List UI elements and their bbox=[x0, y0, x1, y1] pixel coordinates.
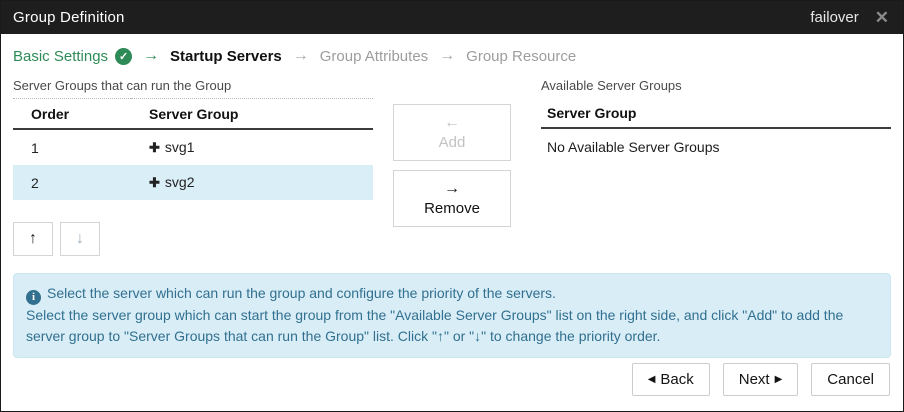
move-up-button[interactable]: ↑ bbox=[13, 222, 53, 256]
step-arrow-icon: → bbox=[439, 47, 455, 65]
row-server-group: ✚ svg1 bbox=[131, 129, 373, 165]
arrow-up-icon: ↑ bbox=[29, 230, 37, 248]
add-button-label: Add bbox=[439, 133, 466, 153]
plus-icon: ✚ bbox=[149, 175, 160, 190]
startup-server-groups-panel: Server Groups that can run the Group Ord… bbox=[13, 78, 373, 256]
column-header-order: Order bbox=[13, 99, 131, 130]
right-panel-label: Available Server Groups bbox=[541, 78, 891, 93]
step-arrow-icon: → bbox=[143, 47, 159, 65]
next-button[interactable]: Next ▶ bbox=[723, 363, 799, 396]
cancel-button[interactable]: Cancel bbox=[811, 363, 890, 396]
close-icon[interactable]: ✕ bbox=[875, 9, 889, 26]
info-line-1: i Select the server which can run the gro… bbox=[26, 283, 878, 305]
step-startup-servers: Startup Servers bbox=[170, 48, 282, 65]
arrow-left-icon: ← bbox=[444, 112, 460, 134]
info-box: i Select the server which can run the gro… bbox=[13, 273, 891, 358]
table-header-row: Order Server Group bbox=[13, 99, 373, 130]
row-order: 1 bbox=[13, 129, 131, 165]
column-header-available-server-group: Server Group bbox=[541, 98, 891, 129]
move-down-button[interactable]: ↓ bbox=[60, 222, 100, 256]
remove-button-label: Remove bbox=[424, 199, 480, 219]
footer-buttons: ◀ Back Next ▶ Cancel bbox=[1, 363, 903, 411]
step-basic-settings-label: Basic Settings bbox=[13, 48, 108, 65]
arrow-right-icon: → bbox=[444, 178, 460, 200]
server-group-name: svg2 bbox=[165, 174, 195, 190]
step-arrow-icon: → bbox=[293, 47, 309, 65]
main-content: Server Groups that can run the Group Ord… bbox=[1, 74, 903, 256]
add-button[interactable]: ← Add bbox=[393, 104, 511, 161]
column-header-server-group: Server Group bbox=[131, 99, 373, 130]
row-order: 2 bbox=[13, 165, 131, 200]
server-groups-table: Order Server Group 1 ✚ svg1 2 ✚ svg2 bbox=[13, 98, 373, 200]
info-text-1: Select the server which can run the grou… bbox=[47, 285, 556, 301]
check-circle-icon: ✓ bbox=[115, 48, 132, 65]
table-row[interactable]: 1 ✚ svg1 bbox=[13, 129, 373, 165]
no-available-groups-text: No Available Server Groups bbox=[541, 129, 891, 155]
info-icon: i bbox=[26, 290, 41, 305]
server-group-name: svg1 bbox=[165, 139, 195, 155]
priority-order-buttons: ↑ ↓ bbox=[13, 222, 373, 256]
step-group-resource: Group Resource bbox=[466, 48, 576, 65]
wizard-steps: Basic Settings ✓ → Startup Servers → Gro… bbox=[1, 34, 903, 74]
dialog-title: Group Definition bbox=[13, 9, 810, 26]
triangle-left-icon: ◀ bbox=[648, 374, 656, 385]
next-button-label: Next bbox=[739, 371, 770, 388]
back-button-label: Back bbox=[660, 371, 693, 388]
left-panel-label: Server Groups that can run the Group bbox=[13, 78, 373, 93]
arrow-down-icon: ↓ bbox=[76, 230, 84, 248]
transfer-buttons: ← Add → Remove bbox=[393, 78, 511, 256]
triangle-right-icon: ▶ bbox=[775, 374, 783, 385]
available-server-groups-panel: Available Server Groups Server Group No … bbox=[541, 78, 891, 256]
back-button[interactable]: ◀ Back bbox=[632, 363, 710, 396]
row-server-group: ✚ svg2 bbox=[131, 165, 373, 200]
titlebar: Group Definition failover ✕ bbox=[1, 1, 903, 34]
step-basic-settings[interactable]: Basic Settings ✓ bbox=[13, 48, 132, 65]
remove-button[interactable]: → Remove bbox=[393, 170, 511, 227]
failover-context-label: failover bbox=[810, 9, 858, 26]
info-line-2: Select the server group which can start … bbox=[26, 305, 878, 347]
table-row[interactable]: 2 ✚ svg2 bbox=[13, 165, 373, 200]
cancel-button-label: Cancel bbox=[827, 371, 874, 388]
plus-icon: ✚ bbox=[149, 140, 160, 155]
group-definition-dialog: Group Definition failover ✕ Basic Settin… bbox=[0, 0, 904, 412]
step-group-attributes: Group Attributes bbox=[320, 48, 428, 65]
